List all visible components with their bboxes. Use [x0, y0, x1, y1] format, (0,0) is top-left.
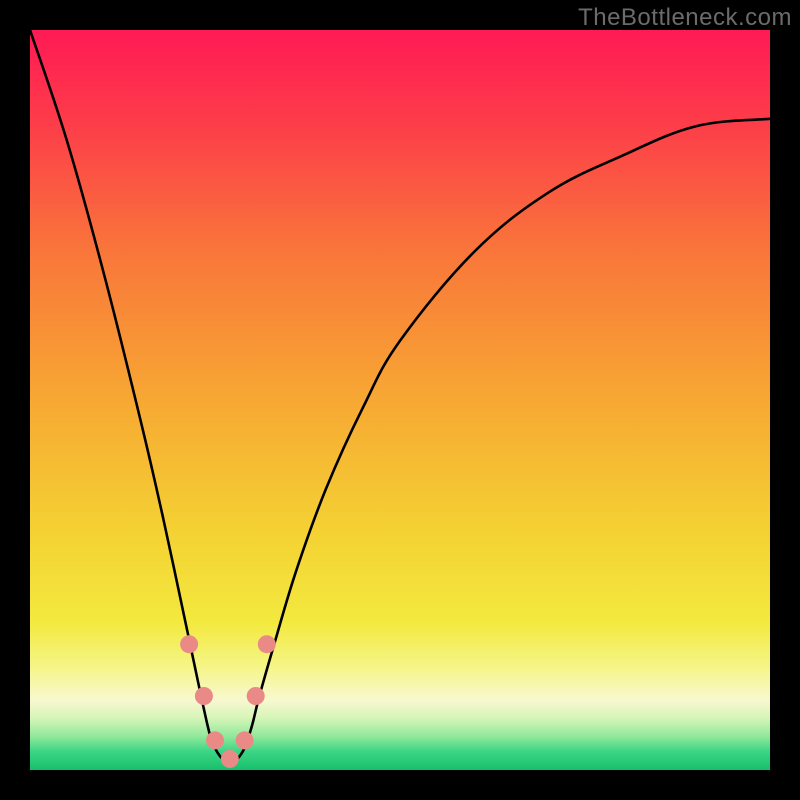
curve-layer: [30, 30, 770, 770]
bottleneck-curve: [30, 30, 770, 763]
highlight-dot: [247, 687, 265, 705]
highlight-dot: [206, 731, 224, 749]
chart-frame: TheBottleneck.com: [0, 0, 800, 800]
watermark-text: TheBottleneck.com: [578, 4, 792, 32]
highlight-dot: [180, 635, 198, 653]
highlight-dot: [195, 687, 213, 705]
highlight-dot: [236, 731, 254, 749]
highlight-dot: [258, 635, 276, 653]
plot-area: [30, 30, 770, 770]
near-optimum-dots: [180, 635, 276, 768]
highlight-dot: [221, 750, 239, 768]
